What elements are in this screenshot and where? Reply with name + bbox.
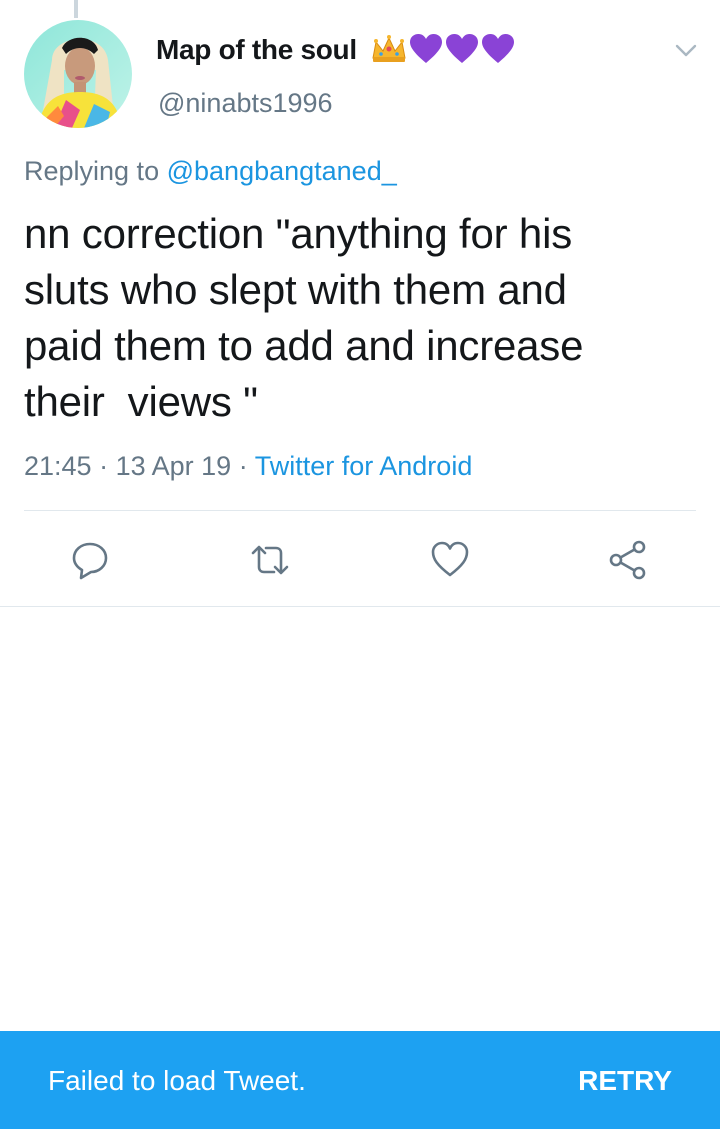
display-name[interactable]: Map of the soul (156, 31, 357, 69)
crown-icon (370, 34, 408, 69)
tweet-time: 21:45 (24, 451, 92, 481)
share-button[interactable] (606, 538, 650, 582)
snackbar-message: Failed to load Tweet. (48, 1065, 306, 1096)
thread-connector-line (74, 0, 78, 18)
name-emojis (370, 33, 516, 70)
tweet-detail-page: Map of the soul @ninabts1996 Replying to… (0, 0, 720, 1129)
reply-mention-link[interactable]: @bangbangtaned_ (167, 156, 397, 186)
heart-icon (431, 541, 469, 577)
error-snackbar: Failed to load Tweet. RETRY (0, 1031, 720, 1129)
retweet-icon (251, 545, 289, 575)
share-icon (609, 540, 646, 580)
user-handle[interactable]: @ninabts1996 (158, 86, 333, 120)
avatar[interactable] (24, 20, 132, 128)
reply-icon (72, 542, 108, 580)
meta-separator: · (99, 451, 109, 481)
retweet-button[interactable] (248, 538, 292, 582)
chevron-down-icon[interactable] (670, 34, 702, 66)
divider (0, 606, 720, 607)
purple-heart-icon (444, 33, 480, 70)
purple-heart-icon (408, 33, 444, 70)
purple-heart-icon (480, 33, 516, 70)
retry-button[interactable]: RETRY (578, 1063, 672, 1099)
divider (24, 510, 696, 511)
avatar-image (24, 20, 132, 128)
replying-to: Replying to @bangbangtaned_ (24, 153, 397, 189)
meta-separator: · (238, 451, 248, 481)
tweet-text: nn correction "anything for his sluts wh… (24, 210, 584, 425)
tweet-source-link[interactable]: Twitter for Android (255, 451, 473, 481)
like-button[interactable] (428, 538, 472, 582)
tweet-meta: 21:45 · 13 Apr 19 · Twitter for Android (24, 448, 472, 484)
tweet-date: 13 Apr 19 (115, 451, 232, 481)
replying-to-label: Replying to (24, 156, 160, 186)
reply-button[interactable] (68, 538, 112, 582)
